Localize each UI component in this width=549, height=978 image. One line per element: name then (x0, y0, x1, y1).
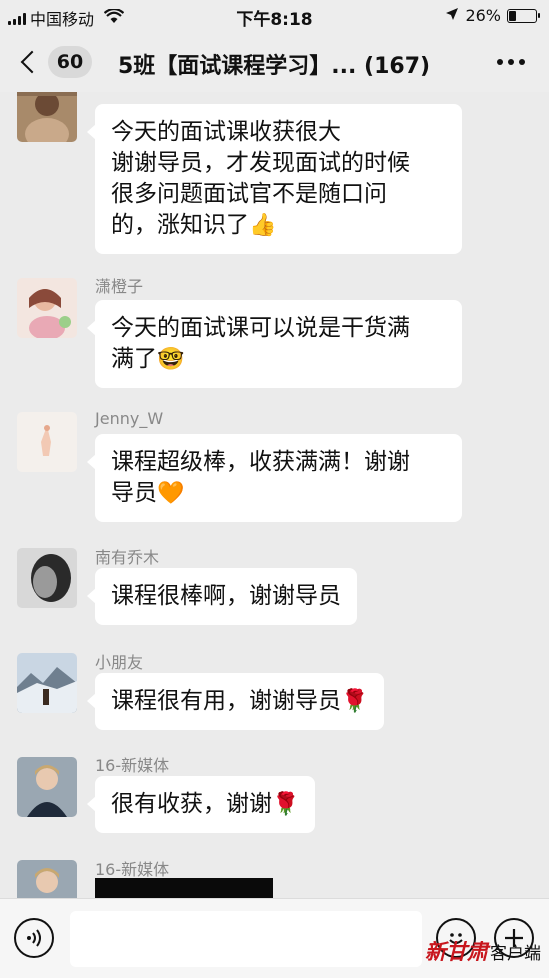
more-options-icon[interactable] (497, 50, 525, 74)
location-icon (445, 6, 459, 25)
orange-heart-icon: 🧡 (157, 481, 185, 506)
chat-header: 60 5班【面试课程学习】... (167) (0, 32, 549, 92)
input-bar: 新甘肃 客户端 (0, 898, 549, 978)
avatar[interactable] (17, 92, 77, 142)
avatar[interactable] (17, 278, 77, 338)
voice-icon (27, 929, 41, 947)
message-text: 课程很有用，谢谢导员 (111, 688, 341, 714)
back-button[interactable]: 60 (18, 44, 98, 80)
unread-count-badge: 60 (48, 46, 92, 78)
avatar[interactable] (17, 548, 77, 608)
watermark-logo: 新甘肃 (425, 939, 488, 964)
sender-name: 南有乔木 (95, 548, 160, 567)
battery-icon (507, 8, 540, 23)
chevron-left-icon (20, 50, 44, 74)
sender-name: 小朋友 (95, 653, 144, 672)
nerd-face-icon: 🤓 (157, 347, 185, 372)
redacted-message-bar (95, 878, 273, 898)
watermark-text: 客户端 (490, 944, 541, 964)
message-bubble[interactable]: 很有收获，谢谢🌹 (86, 776, 316, 833)
thumbs-up-icon: 👍 (249, 213, 277, 238)
avatar[interactable] (17, 653, 77, 713)
sender-name: 潇橙子 (95, 277, 144, 296)
rose-icon: 🌹 (341, 689, 369, 714)
status-bar: 中国移动 下午8:18 26% (0, 0, 549, 32)
message-bubble[interactable]: 课程超级棒，收获满满！谢谢 导员🧡 (87, 434, 462, 522)
watermark: 新甘肃 客户端 (425, 936, 541, 966)
message-text: 课程很棒啊，谢谢导员 (111, 583, 341, 609)
message-bubble[interactable]: 今天的面试课可以说是干货满 满了🤓 (87, 300, 462, 388)
avatar[interactable] (17, 412, 77, 472)
message-bubble[interactable]: 课程很有用，谢谢导员🌹 (86, 673, 385, 730)
message-bubble[interactable]: 课程很棒啊，谢谢导员 (87, 568, 357, 625)
chat-title[interactable]: 5班【面试课程学习】... (167) (118, 48, 430, 80)
avatar[interactable] (17, 757, 77, 817)
message-input[interactable] (70, 911, 422, 967)
sender-name: Jenny_W (95, 409, 164, 428)
message-bubble[interactable]: 今天的面试课收获很大 谢谢导员，才发现面试的时候 很多问题面试官不是随口问 的，… (87, 104, 462, 254)
voice-input-button[interactable] (14, 918, 54, 958)
sender-name: 16-新媒体 (95, 756, 170, 775)
rose-icon: 🌹 (272, 792, 300, 817)
status-right: 26% (445, 6, 540, 25)
sender-name: 16-新媒体 (95, 860, 170, 879)
avatar[interactable] (17, 860, 77, 898)
message-text: 课程超级棒，收获满满！谢谢 导员 (111, 449, 410, 506)
message-list[interactable]: 今天的面试课收获很大 谢谢导员，才发现面试的时候 很多问题面试官不是随口问 的，… (0, 92, 549, 898)
message-text: 今天的面试课可以说是干货满 满了 (111, 315, 410, 372)
battery-percent: 26% (465, 6, 501, 25)
message-text: 很有收获，谢谢 (111, 791, 272, 817)
